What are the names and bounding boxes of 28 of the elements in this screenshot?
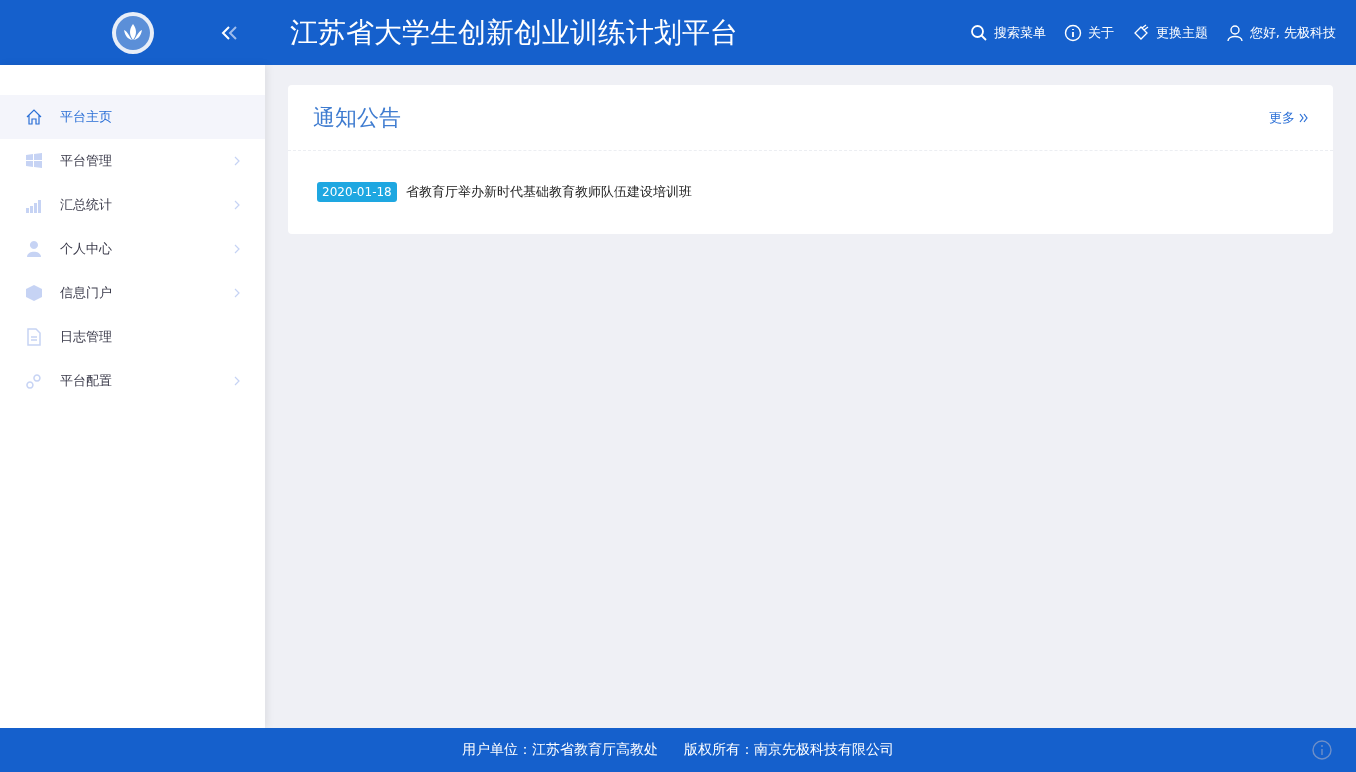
sidebar-item[interactable]: 个人中心 [0, 227, 265, 271]
search-icon [969, 23, 988, 42]
double-chevron-icon [1299, 112, 1308, 123]
person-icon [25, 240, 43, 258]
card-title: 通知公告 [313, 103, 401, 132]
sidebar-item[interactable]: 平台配置 [0, 359, 265, 403]
app-title: 江苏省大学生创新创业训练计划平台 [290, 14, 739, 51]
header-link[interactable]: 搜索菜单 [969, 23, 1046, 42]
user-icon [1225, 23, 1244, 42]
header-link[interactable]: 您好, 先极科技 [1225, 23, 1336, 42]
notice-link[interactable]: 省教育厅举办新时代基础教育教师队伍建设培训班 [405, 183, 692, 201]
more-link[interactable]: 更多 [1269, 108, 1308, 127]
sidebar-item[interactable]: 平台管理 [0, 139, 265, 183]
sidebar-item[interactable]: 平台主页 [0, 95, 265, 139]
header-link[interactable]: 更换主题 [1131, 23, 1208, 42]
logo-icon [110, 10, 155, 55]
header-link[interactable]: 关于 [1063, 23, 1114, 42]
windows-icon [25, 152, 43, 170]
sidebar-item[interactable]: 日志管理 [0, 315, 265, 359]
document-icon [25, 328, 43, 346]
footer-text: 版权所有：南京先极科技有限公司 [684, 741, 894, 759]
sidebar-item[interactable]: 信息门户 [0, 271, 265, 315]
date-badge: 2020-01-18 [317, 182, 397, 202]
footer-text: 用户单位：江苏省教育厅高教处 [462, 741, 658, 759]
sidebar-item[interactable]: 汇总统计 [0, 183, 265, 227]
collapse-icon[interactable] [221, 24, 239, 41]
info-icon [1063, 23, 1082, 42]
home-icon [25, 108, 43, 126]
